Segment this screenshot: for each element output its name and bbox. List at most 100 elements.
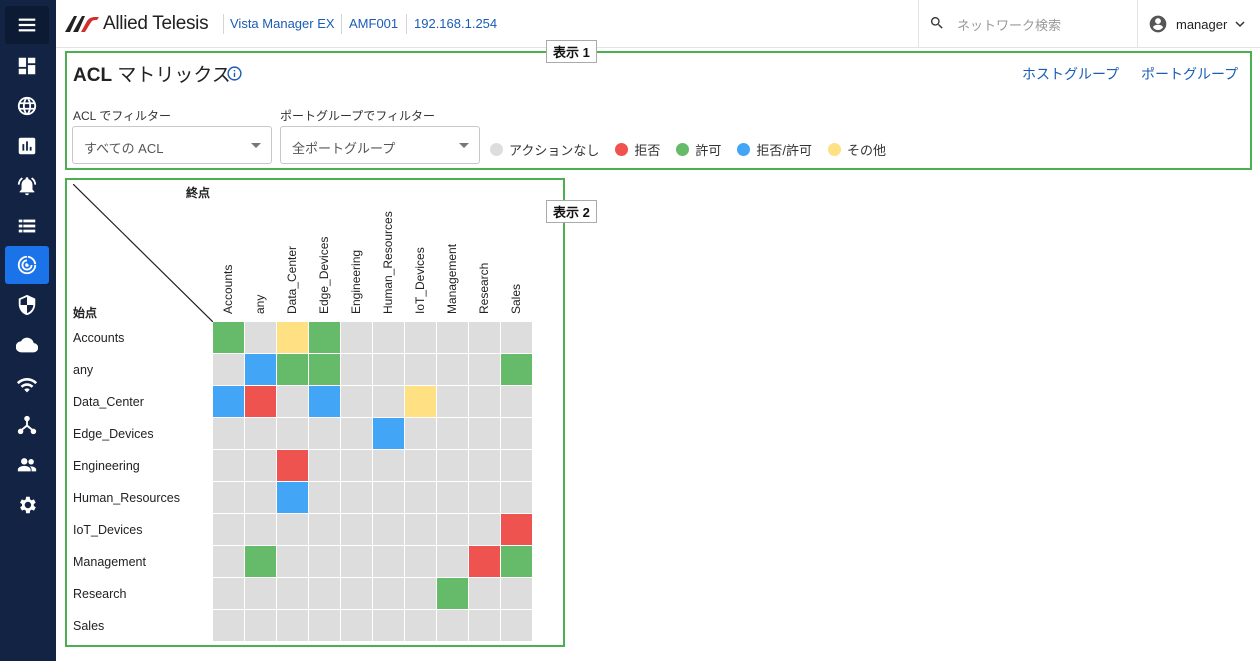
- nav-reports[interactable]: [5, 127, 49, 165]
- breadcrumb-device[interactable]: AMF001: [349, 16, 398, 31]
- matrix-cell[interactable]: [341, 578, 372, 609]
- matrix-cell[interactable]: [341, 610, 372, 641]
- matrix-cell[interactable]: [501, 322, 532, 353]
- matrix-cell[interactable]: [213, 546, 244, 577]
- matrix-cell[interactable]: [245, 418, 276, 449]
- matrix-cell[interactable]: [277, 578, 308, 609]
- breadcrumb-ip[interactable]: 192.168.1.254: [414, 16, 497, 31]
- matrix-cell[interactable]: [245, 578, 276, 609]
- matrix-cell[interactable]: [213, 386, 244, 417]
- matrix-cell[interactable]: [469, 450, 500, 481]
- matrix-cell[interactable]: [309, 482, 340, 513]
- host-group-link[interactable]: ホストグループ: [1022, 64, 1119, 84]
- matrix-cell[interactable]: [469, 354, 500, 385]
- matrix-cell[interactable]: [469, 578, 500, 609]
- matrix-cell[interactable]: [341, 418, 372, 449]
- matrix-cell[interactable]: [245, 322, 276, 353]
- matrix-cell[interactable]: [469, 514, 500, 545]
- matrix-cell[interactable]: [437, 450, 468, 481]
- matrix-cell[interactable]: [245, 610, 276, 641]
- matrix-cell[interactable]: [309, 578, 340, 609]
- matrix-cell[interactable]: [309, 418, 340, 449]
- matrix-cell[interactable]: [277, 322, 308, 353]
- user-menu[interactable]: manager: [1148, 14, 1245, 34]
- matrix-cell[interactable]: [309, 322, 340, 353]
- matrix-cell[interactable]: [245, 482, 276, 513]
- matrix-cell[interactable]: [373, 322, 404, 353]
- matrix-cell[interactable]: [341, 386, 372, 417]
- matrix-cell[interactable]: [437, 546, 468, 577]
- nav-security[interactable]: [5, 286, 49, 324]
- matrix-cell[interactable]: [405, 546, 436, 577]
- matrix-cell[interactable]: [213, 610, 244, 641]
- matrix-cell[interactable]: [437, 418, 468, 449]
- matrix-cell[interactable]: [437, 322, 468, 353]
- matrix-cell[interactable]: [213, 578, 244, 609]
- matrix-cell[interactable]: [405, 354, 436, 385]
- matrix-cell[interactable]: [373, 578, 404, 609]
- nav-network-map[interactable]: [5, 87, 49, 125]
- matrix-cell[interactable]: [501, 546, 532, 577]
- matrix-cell[interactable]: [213, 354, 244, 385]
- matrix-cell[interactable]: [277, 354, 308, 385]
- matrix-cell[interactable]: [469, 386, 500, 417]
- matrix-cell[interactable]: [405, 386, 436, 417]
- matrix-cell[interactable]: [373, 610, 404, 641]
- matrix-cell[interactable]: [437, 482, 468, 513]
- matrix-cell[interactable]: [373, 418, 404, 449]
- matrix-cell[interactable]: [245, 386, 276, 417]
- matrix-cell[interactable]: [245, 450, 276, 481]
- matrix-cell[interactable]: [277, 546, 308, 577]
- matrix-cell[interactable]: [277, 418, 308, 449]
- matrix-cell[interactable]: [469, 482, 500, 513]
- nav-acl-matrix[interactable]: [5, 246, 49, 284]
- matrix-cell[interactable]: [277, 386, 308, 417]
- search-input[interactable]: ネットワーク検索: [957, 15, 1061, 34]
- port-group-link[interactable]: ポートグループ: [1141, 64, 1238, 84]
- matrix-cell[interactable]: [213, 482, 244, 513]
- nav-dashboard[interactable]: [5, 47, 49, 85]
- breadcrumb-product[interactable]: Vista Manager EX: [230, 16, 335, 31]
- matrix-cell[interactable]: [309, 514, 340, 545]
- port-group-filter-select[interactable]: 全ポートグループ: [280, 126, 480, 164]
- matrix-cell[interactable]: [437, 578, 468, 609]
- matrix-cell[interactable]: [277, 514, 308, 545]
- matrix-cell[interactable]: [373, 482, 404, 513]
- matrix-cell[interactable]: [405, 578, 436, 609]
- matrix-cell[interactable]: [277, 610, 308, 641]
- info-icon[interactable]: [226, 65, 243, 82]
- matrix-cell[interactable]: [405, 450, 436, 481]
- matrix-cell[interactable]: [309, 546, 340, 577]
- menu-button[interactable]: [5, 6, 49, 44]
- matrix-cell[interactable]: [469, 610, 500, 641]
- nav-alarms[interactable]: [5, 167, 49, 205]
- matrix-cell[interactable]: [501, 578, 532, 609]
- nav-users[interactable]: [5, 446, 49, 484]
- matrix-cell[interactable]: [373, 386, 404, 417]
- matrix-cell[interactable]: [437, 354, 468, 385]
- matrix-cell[interactable]: [213, 322, 244, 353]
- matrix-cell[interactable]: [501, 386, 532, 417]
- nav-wireless[interactable]: [5, 366, 49, 404]
- matrix-cell[interactable]: [245, 514, 276, 545]
- matrix-cell[interactable]: [341, 546, 372, 577]
- matrix-cell[interactable]: [341, 482, 372, 513]
- matrix-cell[interactable]: [309, 450, 340, 481]
- matrix-cell[interactable]: [501, 450, 532, 481]
- matrix-cell[interactable]: [373, 514, 404, 545]
- matrix-cell[interactable]: [469, 418, 500, 449]
- matrix-cell[interactable]: [277, 450, 308, 481]
- nav-assets[interactable]: [5, 207, 49, 245]
- matrix-cell[interactable]: [437, 514, 468, 545]
- matrix-cell[interactable]: [469, 546, 500, 577]
- matrix-cell[interactable]: [437, 610, 468, 641]
- matrix-cell[interactable]: [501, 482, 532, 513]
- network-search[interactable]: ネットワーク検索: [918, 0, 1138, 47]
- matrix-cell[interactable]: [245, 354, 276, 385]
- matrix-cell[interactable]: [341, 322, 372, 353]
- nav-cloud[interactable]: [5, 326, 49, 364]
- matrix-cell[interactable]: [213, 418, 244, 449]
- matrix-cell[interactable]: [405, 418, 436, 449]
- matrix-cell[interactable]: [405, 482, 436, 513]
- matrix-cell[interactable]: [501, 514, 532, 545]
